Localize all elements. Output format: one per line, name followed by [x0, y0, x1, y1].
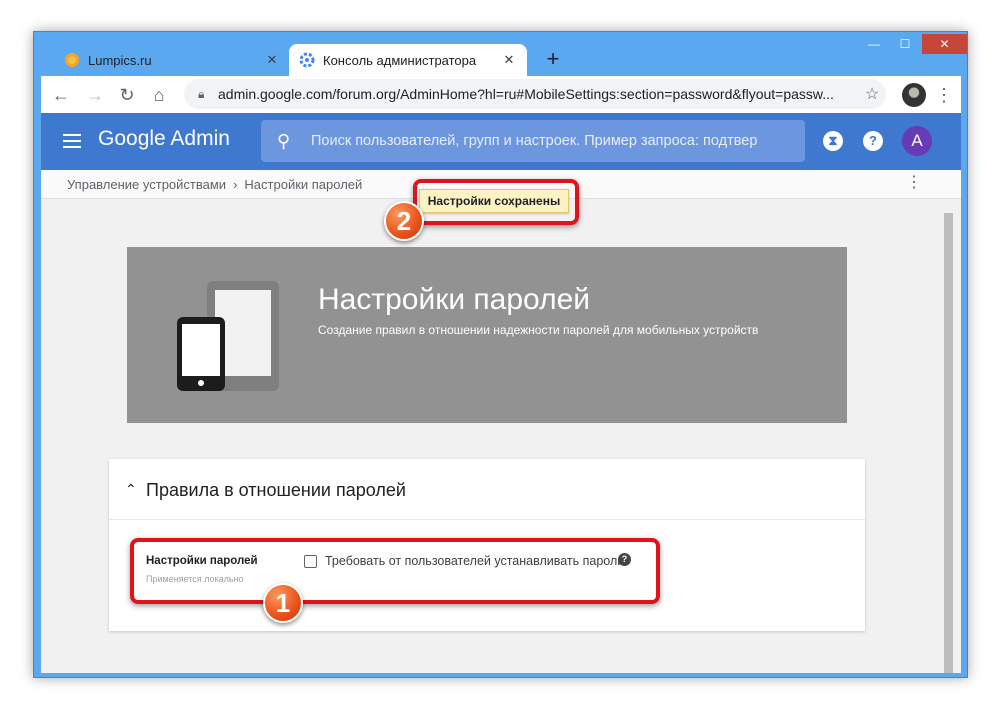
card-title: Правила в отношении паролей: [146, 480, 406, 500]
saved-toast: Настройки сохранены: [419, 189, 569, 213]
card-header[interactable]: ⌃ Правила в отношении паролей: [109, 459, 865, 520]
search-placeholder: Поиск пользователей, групп и настроек. П…: [311, 133, 758, 149]
tab-title: Lumpics.ru: [88, 52, 152, 68]
admin-gear-icon: [299, 52, 315, 68]
search-icon: ⚲: [277, 130, 291, 151]
tab-lumpics[interactable]: Lumpics.ru ✕: [54, 44, 290, 76]
minimize-icon[interactable]: —: [859, 34, 889, 54]
browser-profile-avatar[interactable]: [902, 83, 926, 107]
close-tab-icon[interactable]: ✕: [497, 52, 521, 68]
admin-app-bar: Google Admin ⚲ Поиск пользователей, груп…: [41, 113, 961, 170]
new-tab-button[interactable]: +: [539, 46, 567, 74]
reload-icon[interactable]: ↻: [113, 81, 141, 109]
admin-search-input[interactable]: ⚲ Поиск пользователей, групп и настроек.…: [261, 120, 805, 162]
close-window-icon[interactable]: ✕: [922, 34, 967, 54]
tab-strip: Lumpics.ru ✕ Консоль администратора ✕ + …: [34, 32, 967, 76]
bookmark-star-icon[interactable]: ☆: [858, 84, 886, 104]
google-admin-logo[interactable]: Google Admin: [98, 127, 230, 151]
more-options-icon[interactable]: ⋮: [906, 172, 922, 192]
lock-icon: 🔒︎: [198, 86, 205, 101]
page-title: Настройки паролей: [318, 283, 591, 316]
breadcrumb-item-devices[interactable]: Управление устройствами: [67, 177, 226, 192]
page-content: Google Admin ⚲ Поиск пользователей, груп…: [41, 113, 961, 673]
step-badge-1: 1: [263, 583, 303, 623]
step-badge-2: 2: [384, 201, 424, 241]
hamburger-menu-icon[interactable]: [63, 131, 81, 151]
browser-toolbar: ← → ↻ ⌂ 🔒︎ admin.google.com/forum.org/Ad…: [41, 76, 961, 113]
address-bar[interactable]: 🔒︎ admin.google.com/forum.org/AdminHome?…: [184, 79, 886, 109]
hero-banner: Настройки паролей Создание правил в отно…: [127, 247, 847, 423]
chevron-up-icon[interactable]: ⌃: [125, 481, 137, 498]
scrollbar-thumb[interactable]: [944, 213, 953, 673]
tab-title: Консоль администратора: [323, 52, 477, 68]
help-icon[interactable]: ?: [863, 131, 883, 151]
url-text: admin.google.com/forum.org/AdminHome?hl=…: [218, 86, 834, 102]
breadcrumb-item-password-settings: Настройки паролей: [244, 177, 363, 192]
breadcrumb-separator: ›: [233, 177, 238, 192]
browser-menu-icon[interactable]: ⋮: [934, 81, 954, 109]
back-icon[interactable]: ←: [47, 81, 75, 109]
avatar[interactable]: A: [902, 126, 932, 156]
maximize-icon[interactable]: ☐: [890, 34, 920, 54]
hourglass-icon[interactable]: ⧗: [823, 131, 843, 151]
browser-window: Lumpics.ru ✕ Консоль администратора ✕ + …: [33, 31, 968, 678]
tab-admin-console[interactable]: Консоль администратора ✕: [289, 44, 527, 76]
close-tab-icon[interactable]: ✕: [260, 52, 284, 68]
highlight-box-setting: [130, 538, 660, 604]
forward-icon[interactable]: →: [81, 81, 109, 109]
page-subtitle: Создание правил в отношении надежности п…: [318, 323, 759, 337]
home-icon[interactable]: ⌂: [145, 81, 173, 109]
orange-icon: [64, 52, 80, 68]
phone-icon: [177, 317, 225, 391]
